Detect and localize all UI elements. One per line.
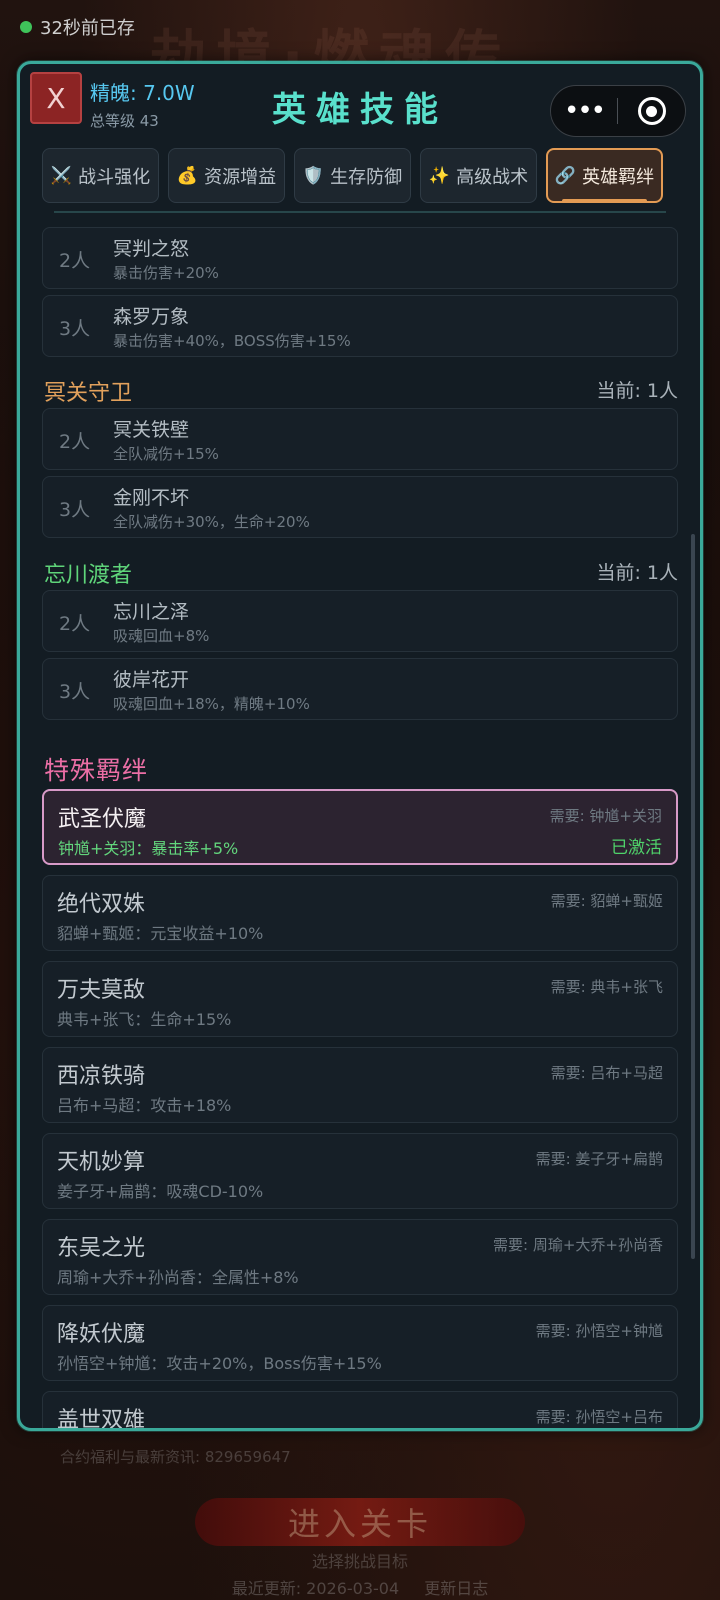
tab-label: 资源增益 bbox=[204, 166, 277, 188]
bond-group-title: 忘川渡者 bbox=[44, 563, 133, 588]
bond-requirement: 需要: 孙悟空+钟馗 bbox=[535, 1322, 663, 1340]
bond-name: 天机妙算 bbox=[57, 1150, 146, 1175]
contact-line: 合约福利与最新资讯: 829659647 bbox=[60, 1448, 291, 1466]
special-bond-card[interactable]: 天机妙算姜子牙+扁鹊：吸魂CD-10% 需要: 姜子牙+扁鹊 bbox=[42, 1133, 678, 1209]
special-bonds-title: 特殊羁绊 bbox=[44, 756, 149, 785]
bond-requirement: 需要: 钟馗+关羽 bbox=[549, 807, 662, 825]
tier-count: 3人 bbox=[59, 318, 91, 340]
tier-name: 彼岸花开 bbox=[113, 669, 190, 691]
bond-tier-row: 2人 冥判之怒暴击伤害+20% bbox=[42, 227, 678, 289]
tier-effect: 吸魂回血+18%，精魄+10% bbox=[113, 695, 310, 713]
swords-icon: ⚔️ bbox=[50, 165, 73, 186]
bond-effect: 周瑜+大乔+孙尚香：全属性+8% bbox=[57, 1268, 299, 1287]
bond-requirement: 需要: 貂蝉+甄姬 bbox=[550, 892, 663, 910]
last-update: 最近更新: 2026-03-04 bbox=[231, 1579, 400, 1598]
miniprogram-capsule: ••• bbox=[550, 85, 686, 137]
exit-miniprogram-icon[interactable] bbox=[618, 97, 685, 125]
bond-tier-row: 2人 忘川之泽吸魂回血+8% bbox=[42, 590, 678, 652]
special-bond-card[interactable]: 武圣伏魔钟馗+关羽：暴击率+5% 需要: 钟馗+关羽已激活 bbox=[42, 789, 678, 865]
tab-label: 高级战术 bbox=[456, 166, 529, 188]
bond-name: 武圣伏魔 bbox=[58, 807, 147, 832]
more-menu-icon[interactable]: ••• bbox=[551, 96, 617, 126]
bond-effect: 钟馗+关羽：暴击率+5% bbox=[58, 839, 239, 858]
special-bond-card[interactable]: 盖世双雄 需要: 孙悟空+吕布 bbox=[42, 1391, 678, 1431]
bond-group-title: 冥关守卫 bbox=[44, 381, 133, 406]
bond-tier-row: 3人 金刚不坏全队减伤+30%，生命+20% bbox=[42, 476, 678, 538]
bond-requirement: 需要: 周瑜+大乔+孙尚香 bbox=[493, 1236, 663, 1254]
hero-skills-modal: X 精魄: 7.0W 总等级 43 英雄技能 ••• ⚔️ 战斗强化 💰 资源增益 🛡️… bbox=[17, 61, 703, 1431]
bond-tier-row: 2人 冥关铁壁全队减伤+15% bbox=[42, 408, 678, 470]
sparkles-icon: ✨ bbox=[428, 165, 451, 186]
save-status: 32秒前已存 bbox=[20, 14, 135, 40]
tier-effect: 暴击伤害+20% bbox=[113, 264, 219, 282]
footer-info: 最近更新: 2026-03-04 更新日志 bbox=[0, 1575, 720, 1599]
bond-status-badge: 已激活 bbox=[611, 838, 662, 858]
tab-4[interactable]: ✨ 高级战术 bbox=[420, 148, 537, 203]
special-bond-card[interactable]: 东吴之光周瑜+大乔+孙尚香：全属性+8% 需要: 周瑜+大乔+孙尚香 bbox=[42, 1219, 678, 1295]
tab-5[interactable]: 🔗 英雄羁绊 bbox=[546, 148, 663, 203]
enter-stage-button[interactable]: 进入关卡 bbox=[195, 1498, 525, 1546]
bond-list: 特殊羁绊 2人 冥判之怒 暴击伤害+20% 3人 森罗万象 暴击伤害+40%，BOSS伤害… bbox=[42, 227, 678, 1428]
tier-effect: 全队减伤+15% bbox=[113, 445, 219, 463]
tab-divider bbox=[54, 211, 666, 213]
tab-2[interactable]: 💰 资源增益 bbox=[168, 148, 285, 203]
save-status-dot-icon bbox=[20, 21, 32, 33]
bond-name: 万夫莫敌 bbox=[57, 978, 146, 1003]
tier-count: 3人 bbox=[59, 499, 91, 521]
shield-icon: 🛡️ bbox=[302, 165, 325, 186]
bond-requirement: 需要: 孙悟空+吕布 bbox=[535, 1408, 663, 1426]
tier-count: 3人 bbox=[59, 681, 91, 703]
bond-tier-row: 3人 森罗万象暴击伤害+40%，BOSS伤害+15% bbox=[42, 295, 678, 357]
bond-effect: 貂蝉+甄姬：元宝收益+10% bbox=[57, 924, 264, 943]
tab-label: 战斗强化 bbox=[78, 166, 151, 188]
tab-3[interactable]: 🛡️ 生存防御 bbox=[294, 148, 411, 203]
tier-count: 2人 bbox=[59, 431, 91, 453]
bond-effect: 姜子牙+扁鹊：吸魂CD-10% bbox=[57, 1182, 264, 1201]
tier-name: 冥关铁壁 bbox=[113, 419, 190, 441]
bond-requirement: 需要: 典韦+张飞 bbox=[550, 978, 663, 996]
tab-1[interactable]: ⚔️ 战斗强化 bbox=[42, 148, 159, 203]
scrollbar[interactable] bbox=[691, 534, 695, 1259]
bond-name: 绝代双姝 bbox=[57, 892, 146, 917]
tab-label: 英雄羁绊 bbox=[582, 166, 655, 188]
bond-effect: 吕布+马超：攻击+18% bbox=[57, 1096, 232, 1115]
tier-effect: 吸魂回血+8% bbox=[113, 627, 210, 645]
money-bag-icon: 💰 bbox=[176, 165, 199, 186]
tier-name: 冥判之怒 bbox=[113, 238, 190, 260]
tab-label: 生存防御 bbox=[330, 166, 403, 188]
bond-requirement: 需要: 吕布+马超 bbox=[550, 1064, 663, 1082]
bond-name: 盖世双雄 bbox=[57, 1408, 146, 1431]
bond-group-current-count: 当前: 1人 bbox=[596, 380, 678, 402]
bond-effect: 孙悟空+钟馗：攻击+20%，Boss伤害+15% bbox=[57, 1354, 382, 1373]
bond-name: 降妖伏魔 bbox=[57, 1322, 146, 1347]
special-bond-card[interactable]: 降妖伏魔孙悟空+钟馗：攻击+20%，Boss伤害+15% 需要: 孙悟空+钟馗 bbox=[42, 1305, 678, 1381]
link-icon: 🔗 bbox=[554, 165, 577, 186]
tier-effect: 暴击伤害+40%，BOSS伤害+15% bbox=[113, 332, 351, 350]
bond-group-current-count: 当前: 1人 bbox=[596, 562, 678, 584]
tier-name: 森罗万象 bbox=[113, 306, 190, 328]
special-bond-card[interactable]: 绝代双姝貂蝉+甄姬：元宝收益+10% 需要: 貂蝉+甄姬 bbox=[42, 875, 678, 951]
bond-effect: 典韦+张飞：生命+15% bbox=[57, 1010, 232, 1029]
changelog-link[interactable]: 更新日志 bbox=[424, 1579, 488, 1598]
tier-effect: 全队减伤+30%，生命+20% bbox=[113, 513, 310, 531]
bond-tier-row: 3人 彼岸花开吸魂回血+18%，精魄+10% bbox=[42, 658, 678, 720]
enter-stage-subtitle: 选择挑战目标 bbox=[311, 1552, 408, 1571]
tier-count: 2人 bbox=[59, 250, 91, 272]
background-bottom-area: 合约福利与最新资讯: 829659647 进入关卡 选择挑战目标 最近更新: 2… bbox=[0, 1440, 720, 1600]
skill-category-tabs: ⚔️ 战斗强化 💰 资源增益 🛡️ 生存防御 ✨ 高级战术 🔗 英雄羁绊 bbox=[42, 148, 663, 203]
special-bond-card[interactable]: 万夫莫敌典韦+张飞：生命+15% 需要: 典韦+张飞 bbox=[42, 961, 678, 1037]
tier-count: 2人 bbox=[59, 613, 91, 635]
bond-name: 西凉铁骑 bbox=[57, 1064, 146, 1089]
special-bond-card[interactable]: 西凉铁骑吕布+马超：攻击+18% 需要: 吕布+马超 bbox=[42, 1047, 678, 1123]
save-status-text: 32秒前已存 bbox=[40, 18, 135, 39]
bond-name: 东吴之光 bbox=[57, 1236, 146, 1261]
tier-name: 金刚不坏 bbox=[113, 487, 190, 509]
tier-name: 忘川之泽 bbox=[113, 601, 190, 623]
bond-requirement: 需要: 姜子牙+扁鹊 bbox=[535, 1150, 663, 1168]
